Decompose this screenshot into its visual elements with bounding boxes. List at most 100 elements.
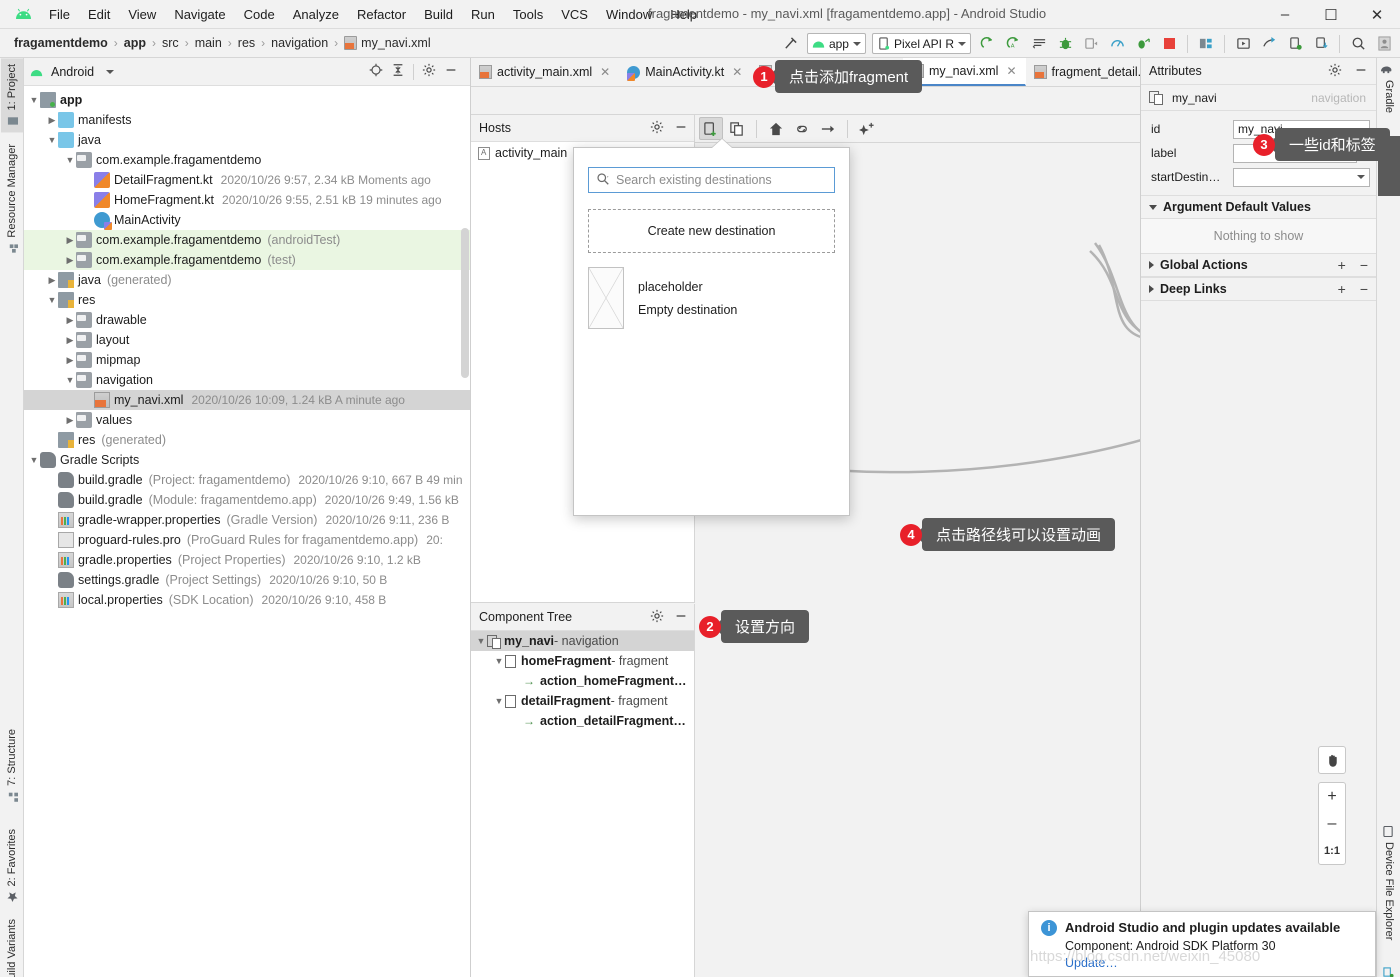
add-action-button[interactable] xyxy=(816,117,840,140)
section-argument-default-values[interactable]: Argument Default Values xyxy=(1141,195,1376,219)
attach-debugger-button[interactable] xyxy=(1079,32,1103,56)
tree-row[interactable]: ▶ manifests xyxy=(24,110,470,130)
add-deep-link-button[interactable]: + xyxy=(1338,281,1346,297)
tree-row[interactable]: ▼ Gradle Scripts xyxy=(24,450,470,470)
chevron-down-icon[interactable]: ▼ xyxy=(475,636,487,646)
chevron-right-icon[interactable]: ▶ xyxy=(64,235,76,246)
zoom-out-button[interactable]: – xyxy=(1319,810,1345,837)
tree-row[interactable]: gradle-wrapper.properties (Gradle Version… xyxy=(24,510,470,530)
sidebar-item-emulator[interactable]: Emulator xyxy=(1378,961,1400,977)
breadcrumb-item-navigation[interactable]: navigation xyxy=(271,36,328,50)
chevron-right-icon[interactable]: ▶ xyxy=(64,355,76,366)
close-button[interactable]: ✕ xyxy=(1354,0,1400,29)
remove-global-action-button[interactable]: − xyxy=(1360,257,1368,273)
tree-row[interactable]: ▼ navigation xyxy=(24,370,470,390)
chevron-down-icon[interactable] xyxy=(106,69,115,74)
menu-refactor[interactable]: Refactor xyxy=(348,4,415,25)
sidebar-item-project[interactable]: 1: Project xyxy=(1,58,23,133)
minimize-button[interactable]: – xyxy=(1262,0,1308,29)
sync-gradle-button[interactable] xyxy=(1257,32,1281,56)
tree-row[interactable]: HomeFragment.kt 2020/10/26 9:55, 2.51 kB … xyxy=(24,190,470,210)
breadcrumb-item-res[interactable]: res xyxy=(238,36,255,50)
chevron-right-icon[interactable]: ▶ xyxy=(64,315,76,326)
remove-deep-link-button[interactable]: − xyxy=(1360,281,1368,297)
component-tree-row[interactable]: → action_detailFragment… xyxy=(471,711,694,731)
new-nested-graph-button[interactable] xyxy=(725,117,749,140)
gear-icon[interactable] xyxy=(1328,63,1342,80)
tree-row[interactable]: gradle.properties (Project Properties) 202… xyxy=(24,550,470,570)
start-destination-select[interactable] xyxy=(1233,167,1370,187)
menu-vcs[interactable]: VCS xyxy=(552,4,597,25)
gear-icon[interactable] xyxy=(650,120,664,137)
pan-tool-button[interactable] xyxy=(1318,746,1346,774)
apply-changes-button[interactable]: A xyxy=(1001,32,1025,56)
run-button[interactable] xyxy=(975,32,999,56)
chevron-down-icon[interactable]: ▼ xyxy=(493,656,505,666)
sidebar-item-resource-manager[interactable]: Resource Manager xyxy=(1,138,23,260)
section-deep-links[interactable]: Deep Links + − xyxy=(1141,277,1376,301)
menu-file[interactable]: File xyxy=(40,4,79,25)
tree-row[interactable]: ▼ java xyxy=(24,130,470,150)
zoom-in-button[interactable]: + xyxy=(1319,783,1345,810)
hide-panel-icon[interactable] xyxy=(1354,63,1368,80)
component-tree-row[interactable]: ▼ my_navi - navigation xyxy=(471,631,694,651)
update-notification-balloon[interactable]: i Android Studio and plugin updates avai… xyxy=(1028,911,1376,977)
tree-row[interactable]: build.gradle (Project: fragamentdemo) 2020… xyxy=(24,470,470,490)
sdk-manager-button[interactable] xyxy=(1194,32,1218,56)
component-tree-row[interactable]: → action_homeFragment… xyxy=(471,671,694,691)
chevron-right-icon[interactable]: ▶ xyxy=(64,415,76,426)
collapse-all-icon[interactable] xyxy=(391,63,405,80)
tree-row[interactable]: ▶ com.example.fragamentdemo (androidTest) xyxy=(24,230,470,250)
auto-arrange-button[interactable] xyxy=(855,117,879,140)
run-configuration-select[interactable]: app xyxy=(806,33,866,54)
close-icon[interactable]: ✕ xyxy=(732,65,742,79)
chevron-right-icon[interactable]: ▶ xyxy=(46,115,58,126)
close-icon[interactable]: ✕ xyxy=(600,65,610,79)
menu-navigate[interactable]: Navigate xyxy=(165,4,234,25)
add-destination-button[interactable] xyxy=(699,117,723,140)
gear-icon[interactable] xyxy=(650,609,664,626)
menu-tools[interactable]: Tools xyxy=(504,4,552,25)
breadcrumb-item-project[interactable]: fragamentdemo xyxy=(14,36,108,50)
tree-row[interactable]: ▶ drawable xyxy=(24,310,470,330)
profiler-button[interactable] xyxy=(1105,32,1129,56)
tree-row[interactable]: MainActivity xyxy=(24,210,470,230)
maximize-button[interactable]: ☐ xyxy=(1308,0,1354,29)
hide-panel-icon[interactable] xyxy=(674,120,688,137)
run-with-coverage-button[interactable] xyxy=(1131,32,1155,56)
sidebar-item-device-file-explorer[interactable]: Device File Explorer xyxy=(1378,820,1400,946)
tree-row[interactable]: proguard-rules.pro (ProGuard Rules for fr… xyxy=(24,530,470,550)
breadcrumb-item-src[interactable]: src xyxy=(162,36,179,50)
tree-row[interactable]: ▶ mipmap xyxy=(24,350,470,370)
chevron-right-icon[interactable]: ▶ xyxy=(64,255,76,266)
sidebar-item-gradle[interactable]: Gradle xyxy=(1378,58,1400,119)
add-deep-link-button[interactable] xyxy=(790,117,814,140)
sidebar-item-favorites[interactable]: 2: Favorites xyxy=(1,823,23,908)
hide-panel-icon[interactable] xyxy=(674,609,688,626)
sidebar-item-build-variants[interactable]: Build Variants xyxy=(1,913,23,977)
destination-list-item-placeholder[interactable]: placeholder Empty destination xyxy=(588,267,835,329)
build-hammer-icon[interactable] xyxy=(779,32,803,56)
close-icon[interactable]: ✕ xyxy=(1006,64,1016,78)
create-new-destination-button[interactable]: Create new destination xyxy=(588,209,835,253)
avd-manager-button[interactable] xyxy=(1231,32,1255,56)
chevron-down-icon[interactable]: ▼ xyxy=(28,95,40,105)
component-tree-row[interactable]: ▼ homeFragment - fragment xyxy=(471,651,694,671)
destination-search-field[interactable]: Search existing destinations xyxy=(588,167,835,193)
chevron-down-icon[interactable]: ▼ xyxy=(64,375,76,385)
chevron-down-icon[interactable]: ▼ xyxy=(46,135,58,145)
gear-icon[interactable] xyxy=(422,63,436,80)
menu-build[interactable]: Build xyxy=(415,4,462,25)
menu-analyze[interactable]: Analyze xyxy=(284,4,348,25)
tree-row[interactable]: ▶ com.example.fragamentdemo (test) xyxy=(24,250,470,270)
component-tree-row[interactable]: ▼ detailFragment - fragment xyxy=(471,691,694,711)
device-select[interactable]: Pixel API R xyxy=(871,33,971,54)
tree-row[interactable]: ▼ com.example.fragamentdemo xyxy=(24,150,470,170)
chevron-right-icon[interactable]: ▶ xyxy=(46,275,58,286)
stop-button[interactable] xyxy=(1157,32,1181,56)
account-avatar[interactable] xyxy=(1372,32,1396,56)
menu-run[interactable]: Run xyxy=(462,4,504,25)
tree-row[interactable]: res (generated) xyxy=(24,430,470,450)
tree-row[interactable]: ▼ app xyxy=(24,90,470,110)
zoom-reset-button[interactable]: 1:1 xyxy=(1319,837,1345,864)
